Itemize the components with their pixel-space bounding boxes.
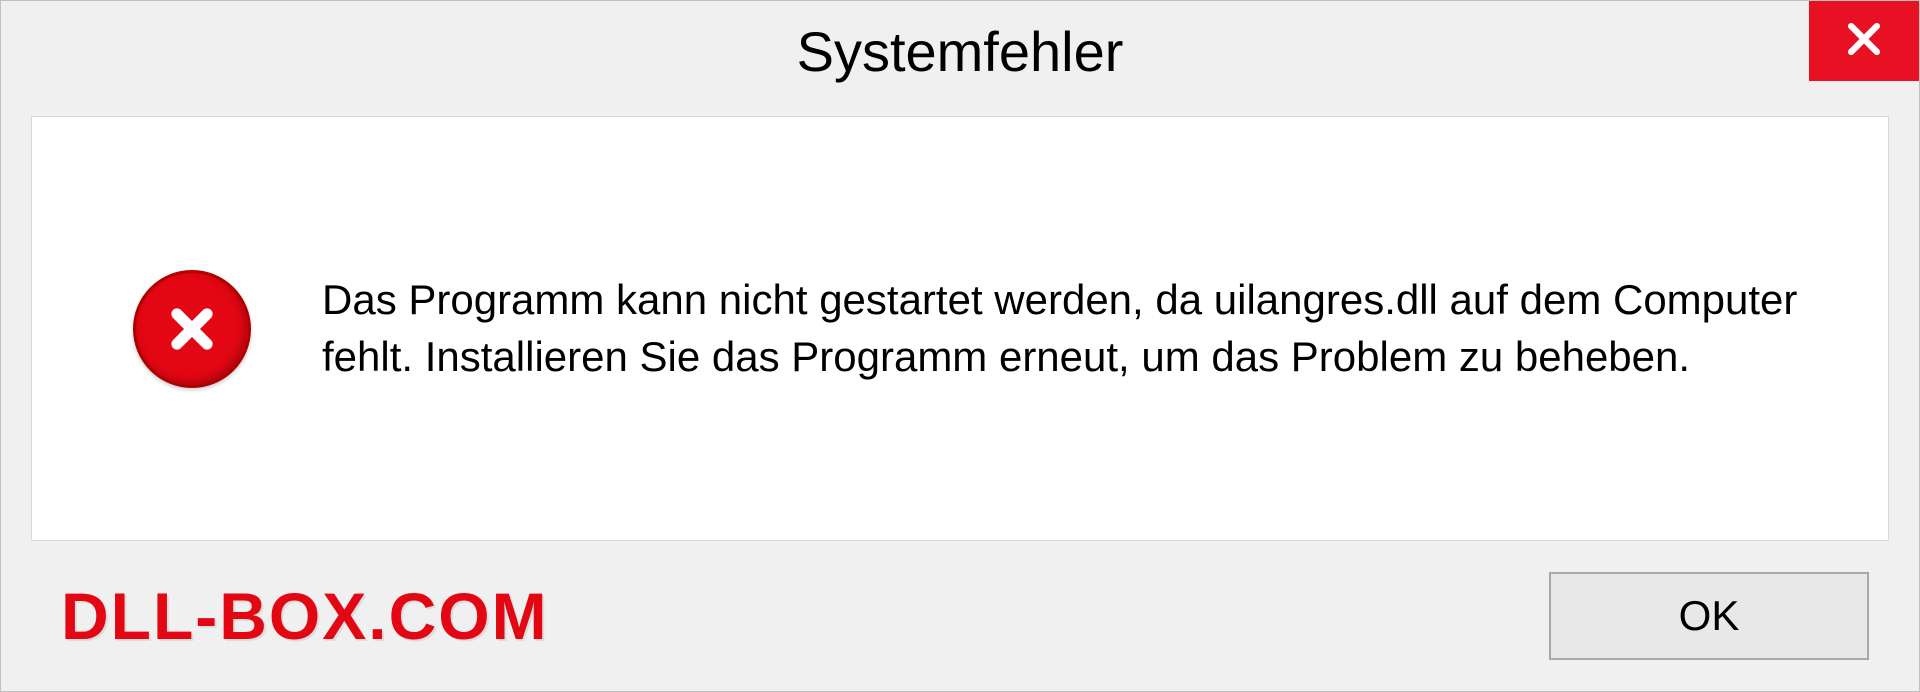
error-dialog: Systemfehler Das Programm kann nicht ges… bbox=[0, 0, 1920, 692]
error-message: Das Programm kann nicht gestartet werden… bbox=[322, 272, 1818, 385]
error-icon bbox=[132, 269, 252, 389]
titlebar: Systemfehler bbox=[1, 1, 1919, 101]
close-button[interactable] bbox=[1809, 1, 1919, 81]
dialog-title: Systemfehler bbox=[797, 19, 1124, 84]
content-area: Das Programm kann nicht gestartet werden… bbox=[31, 116, 1889, 541]
close-icon bbox=[1842, 17, 1886, 66]
watermark-text: DLL-BOX.COM bbox=[61, 578, 549, 654]
ok-button[interactable]: OK bbox=[1549, 572, 1869, 660]
dialog-footer: DLL-BOX.COM OK bbox=[1, 541, 1919, 691]
